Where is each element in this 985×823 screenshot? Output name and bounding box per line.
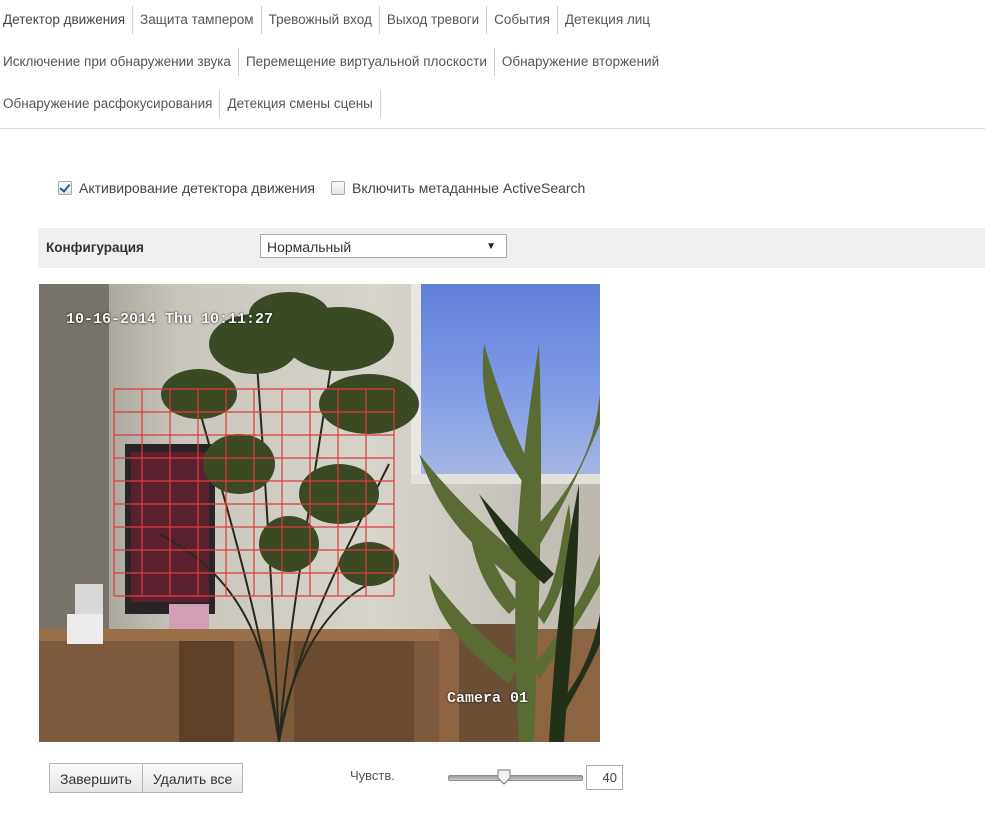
tab-row-3: Обнаружение расфокусирования Детекция см…	[0, 90, 381, 118]
metadata-option[interactable]: Включить метаданные ActiveSearch	[331, 180, 585, 196]
tab-alarm-input[interactable]: Тревожный вход	[261, 6, 380, 34]
tab-intrusion-detection[interactable]: Обнаружение вторжений	[494, 48, 667, 76]
dropdown-arrow-icon: ▼	[486, 241, 496, 252]
config-select-value: Нормальный	[267, 239, 352, 255]
sensitivity-label: Чувств.	[350, 768, 395, 783]
tab-row-1: Детектор движения Защита тампером Тревож…	[0, 6, 658, 34]
config-bar: Конфигурация Нормальный ▼	[38, 228, 985, 268]
tab-bar: Детектор движения Защита тампером Тревож…	[0, 0, 985, 129]
tab-motion-detection[interactable]: Детектор движения	[0, 6, 134, 34]
sensitivity-value[interactable]: 40	[586, 765, 623, 790]
delete-all-button[interactable]: Удалить все	[142, 763, 244, 793]
sensitivity-slider[interactable]	[448, 769, 583, 785]
tab-defocus-detection[interactable]: Обнаружение расфокусирования	[0, 90, 221, 118]
finish-button[interactable]: Завершить	[49, 763, 143, 793]
tab-alarm-output[interactable]: Выход тревоги	[379, 6, 488, 34]
metadata-checkbox[interactable]	[331, 181, 346, 195]
action-buttons: Завершить Удалить все	[49, 762, 244, 794]
slider-thumb[interactable]	[497, 769, 511, 785]
enable-motion-label: Активирование детектора движения	[79, 180, 316, 196]
metadata-label: Включить метаданные ActiveSearch	[352, 180, 586, 196]
camera-scene	[39, 284, 600, 742]
options-row: Активирование детектора движения Включит…	[58, 178, 601, 198]
tab-row-2: Исключение при обнаружении звука Перемещ…	[0, 48, 667, 76]
tab-line-crossing[interactable]: Перемещение виртуальной плоскости	[238, 48, 495, 76]
tab-tamper-protection[interactable]: Защита тампером	[133, 6, 262, 34]
video-timestamp: 10-16-2014 Thu 10:11:27	[66, 311, 274, 328]
camera-label: Camera 01	[447, 690, 529, 707]
enable-motion-checkbox[interactable]	[58, 181, 72, 195]
config-select[interactable]: Нормальный ▼	[260, 234, 507, 258]
tab-events[interactable]: События	[487, 6, 558, 34]
tab-face-detection[interactable]: Детекция лиц	[557, 6, 658, 34]
enable-motion-option[interactable]: Активирование детектора движения	[58, 180, 315, 196]
config-label: Конфигурация	[46, 240, 144, 255]
tab-audio-exception[interactable]: Исключение при обнаружении звука	[0, 48, 239, 76]
tab-scene-change[interactable]: Детекция смены сцены	[220, 90, 381, 118]
video-preview[interactable]: 10-16-2014 Thu 10:11:27 Camera 01	[39, 284, 600, 742]
